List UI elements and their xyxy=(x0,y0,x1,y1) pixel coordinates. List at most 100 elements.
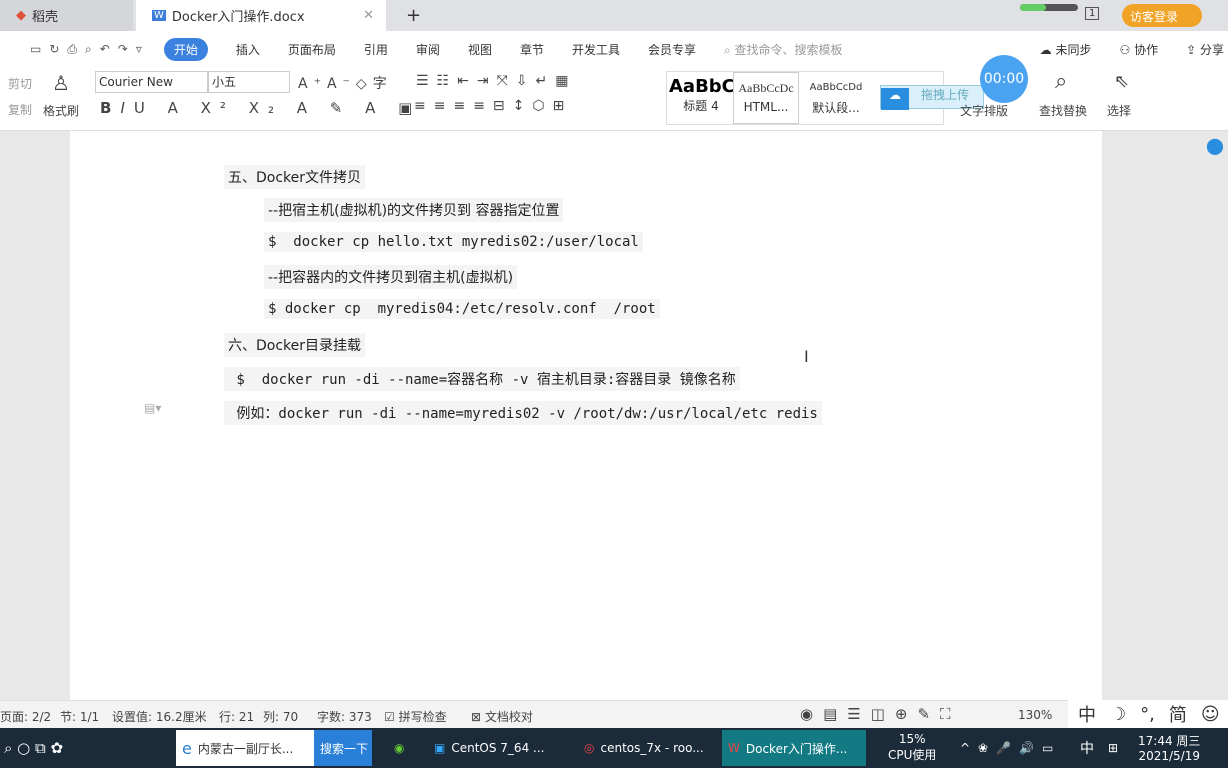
style-heading4[interactable]: AaBbC 标题 4 xyxy=(669,76,735,114)
tab-layout[interactable]: 页面布局 xyxy=(288,41,336,58)
search-go-button[interactable]: 搜索一下 xyxy=(314,730,372,766)
app-icon[interactable]: ◉ xyxy=(388,730,410,766)
tray-icons[interactable]: ^❀🎤🔊▭ xyxy=(954,730,1067,766)
search-placeholder: 查找命令、搜索模板 xyxy=(734,42,843,57)
status-row: 行: 21 xyxy=(219,710,255,724)
wps-writer-icon: W xyxy=(152,10,166,21)
document-page[interactable]: 五、Docker文件拷贝 --把宿主机(虚拟机)的文件拷贝到 容器指定位置 $ … xyxy=(70,131,1102,700)
doc-line: --把宿主机(虚拟机)的文件拷贝到 容器指定位置 xyxy=(264,198,564,222)
progress-indicator xyxy=(1020,4,1078,11)
find-replace-button[interactable]: 查找替换 xyxy=(1039,102,1087,119)
paragraph-handle-icon[interactable]: ▤▾ xyxy=(144,401,161,415)
select-button[interactable]: 选择 xyxy=(1107,102,1131,119)
quick-access-icons[interactable]: ▭↻⎙⌕↶↷▿ xyxy=(30,42,150,57)
search-text: 内蒙古一副厅长... xyxy=(197,741,294,756)
clock[interactable]: 17:44 周三 2021/5/19 xyxy=(1138,732,1200,763)
paragraph-align-icons[interactable]: ≡≡≡≡⊟↕⬡⊞ xyxy=(414,98,572,114)
style-label: 标题 4 xyxy=(683,99,719,113)
timer-bubble[interactable]: 00:00 xyxy=(980,55,1028,103)
tab-home[interactable]: 开始 xyxy=(163,37,208,61)
tray-ime[interactable]: 中 xyxy=(1074,730,1100,766)
keyboard-icon[interactable]: ⊞ xyxy=(1102,730,1124,766)
tab-chapter[interactable]: 章节 xyxy=(520,41,544,58)
ribbon-toolbar: 剪切 复制 ♙ 格式刷 Courier New 小五 A⁺A⁻◇字 BIU A … xyxy=(0,55,1228,131)
zoom-level[interactable]: 130% xyxy=(1018,708,1052,722)
moon-icon[interactable]: ☽ xyxy=(1110,704,1126,725)
status-col: 列: 70 xyxy=(263,710,299,724)
font-size-select[interactable]: 小五 xyxy=(208,71,290,93)
login-label: 访客登录 xyxy=(1130,10,1179,24)
tab-document[interactable]: W Docker入门操作.docx ✕ xyxy=(136,0,386,31)
style-html[interactable]: AaBbCcDc HTML... xyxy=(733,72,799,124)
proofread-button[interactable]: ⊠ 文档校对 xyxy=(471,708,533,725)
ime-simplified[interactable]: 简 xyxy=(1169,701,1187,727)
tab-devtools[interactable]: 开发工具 xyxy=(572,41,620,58)
cpu-value: 15% xyxy=(898,732,926,746)
tab-insert[interactable]: 插入 xyxy=(236,41,260,58)
new-tab-button[interactable]: + xyxy=(390,0,421,31)
tab-view[interactable]: 视图 xyxy=(468,41,492,58)
code-line: $ docker cp myredis04:/etc/resolv.conf /… xyxy=(264,299,660,319)
style-preview: AaBbC xyxy=(669,76,735,97)
taskbar-system-icons[interactable]: ⌕ ○ ⧉ ✿ xyxy=(0,730,69,766)
status-section: 节: 1/1 xyxy=(60,710,100,724)
font-size-adjust-icons[interactable]: A⁺A⁻◇字 xyxy=(298,73,393,93)
ime-chinese[interactable]: 中 xyxy=(1078,701,1096,727)
list-indent-icons[interactable]: ☰☷⇤⇥⤧⇩↵▦ xyxy=(416,73,576,89)
collab-label: 协作 xyxy=(1134,42,1159,57)
view-mode-icons[interactable]: ◉▤☰◫⊕✎⛶ xyxy=(800,705,961,723)
taskbar-search[interactable]: e 内蒙古一副厅长... xyxy=(176,730,314,766)
ime-toolbar[interactable]: 中 ☽ °, 简 ☺ xyxy=(1068,700,1228,728)
copy-button[interactable]: 复制 xyxy=(8,101,32,118)
spell-check-button[interactable]: ☑ 拼写检查 xyxy=(384,708,447,725)
sync-button[interactable]: ☁ 未同步 xyxy=(1040,41,1092,58)
tab-docer[interactable]: ◆ 稻壳 xyxy=(0,0,133,31)
text-format-icons[interactable]: BIU A X² X₂ A ✎ A ▣ xyxy=(100,99,421,117)
heading-file-copy: 五、Docker文件拷贝 xyxy=(224,165,366,189)
status-words: 字数: 373 xyxy=(317,710,372,724)
status-page[interactable]: 页面: 2/2 xyxy=(0,708,51,725)
share-label: 分享 xyxy=(1199,42,1224,57)
taskbar-app-vmware[interactable]: ▣ CentOS 7_64 ... xyxy=(428,730,568,766)
emoji-icon[interactable]: ☺ xyxy=(1201,704,1220,725)
share-button[interactable]: ⇪ 分享 xyxy=(1186,41,1224,58)
vmware-icon: ▣ xyxy=(434,741,446,755)
taskbar: ⌕ ○ ⧉ ✿ e 内蒙古一副厅长... 搜索一下 ◉ ▣ CentOS 7_64 … xyxy=(0,728,1228,768)
page-count-icon[interactable]: 1 xyxy=(1085,7,1100,20)
taskbar-app-wps[interactable]: W Docker入门操作... xyxy=(722,730,866,766)
search-icon: ⌕ xyxy=(1055,69,1068,94)
font-family-select[interactable]: Courier New xyxy=(95,71,208,93)
close-icon[interactable]: ✕ xyxy=(363,8,374,23)
style-preview: AaBbCcDc xyxy=(738,81,794,95)
tab-review[interactable]: 审阅 xyxy=(416,41,440,58)
tab-member[interactable]: 会员专享 xyxy=(648,41,696,58)
spell-label: 拼写检查 xyxy=(398,710,447,724)
docer-icon: ◆ xyxy=(16,8,26,23)
tab-label: Docker入门操作.docx xyxy=(171,10,305,25)
proof-label: 文档校对 xyxy=(484,710,533,724)
style-default[interactable]: AaBbCcDd 默认段... xyxy=(801,82,871,116)
text-layout-button[interactable]: 文字排版 xyxy=(960,102,1008,119)
wps-icon: W xyxy=(728,741,740,755)
format-painter-button[interactable]: 格式刷 xyxy=(43,102,79,119)
collab-button[interactable]: ⚇ 协作 xyxy=(1120,41,1159,58)
xshell-icon: ◎ xyxy=(584,741,595,755)
cut-button[interactable]: 剪切 xyxy=(8,75,32,92)
code-line: 例如：docker run -di --name=myredis02 -v /r… xyxy=(224,401,822,425)
taskbar-app-xshell[interactable]: ◎ centos_7x - roo... xyxy=(578,730,718,766)
tab-bar: ◆ 稻壳 W Docker入门操作.docx ✕ + 1 访客登录 xyxy=(0,0,1228,31)
command-search[interactable]: ⌕ 查找命令、搜索模板 xyxy=(724,41,843,58)
ime-punct[interactable]: °, xyxy=(1140,704,1155,725)
location-pin-icon[interactable]: ⬤ xyxy=(1206,136,1224,155)
code-line: $ docker cp hello.txt myredis02:/user/lo… xyxy=(264,232,643,252)
clock-time: 17:44 周三 xyxy=(1138,734,1201,748)
cursor-icon: ⇖ xyxy=(1114,71,1130,92)
text-cursor-icon: I xyxy=(804,347,809,366)
menu-bar: ▭↻⎙⌕↶↷▿ 开始 插入 页面布局 引用 审阅 视图 章节 开发工具 会员专享… xyxy=(0,31,1228,67)
style-label: HTML... xyxy=(743,100,789,114)
cpu-meter: 15% CPU使用 xyxy=(888,732,936,763)
tab-references[interactable]: 引用 xyxy=(364,41,388,58)
sync-label: 未同步 xyxy=(1055,42,1092,57)
app-label: centos_7x - roo... xyxy=(600,741,704,755)
login-button[interactable]: 访客登录 xyxy=(1122,4,1202,27)
